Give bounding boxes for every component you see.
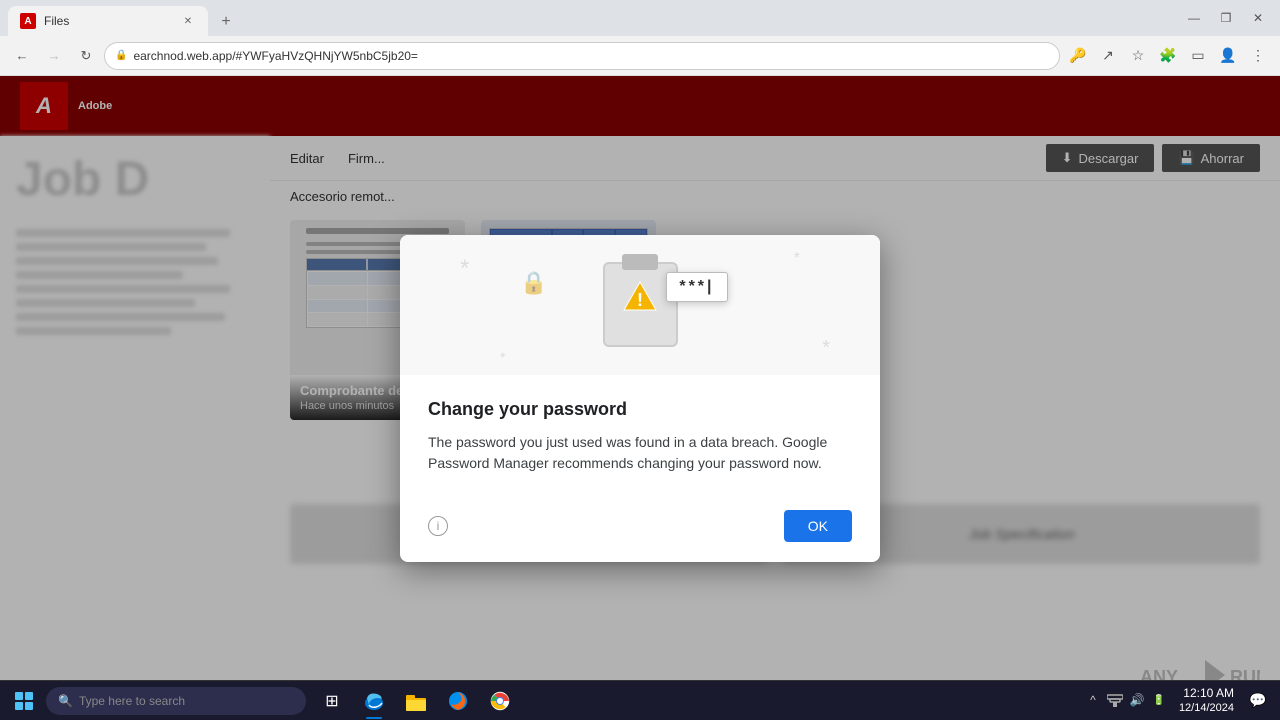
close-button[interactable]: ✕ [1244,4,1272,32]
warning-icon: ! [622,280,658,312]
extensions-icon[interactable]: 🧩 [1154,42,1182,70]
decor-asterisk-1: * [460,255,469,283]
firefox-button[interactable] [438,681,478,720]
volume-icon[interactable]: 🔊 [1127,690,1147,710]
edge-icon [362,689,386,713]
task-view-button[interactable]: ⊞ [312,681,352,720]
bookmark-icon[interactable]: ☆ [1124,42,1152,70]
menu-icon[interactable]: ⋮ [1244,42,1272,70]
tab-close-button[interactable]: ✕ [180,13,196,29]
page-content: A Adobe Job D [0,76,1280,720]
windows-icon [15,692,33,710]
decor-asterisk-2: * [794,250,800,268]
decor-asterisk-3: * [822,337,830,360]
decor-asterisk-4: * [500,349,505,365]
network-icon[interactable] [1105,690,1125,710]
tab-favicon: A [20,13,36,29]
dialog-title: Change your password [428,399,852,420]
password-change-dialog: * * * * 🔒 ! [400,235,880,562]
address-bar[interactable]: 🔒 earchnod.web.app/#YWFyaHVzQHNjYW5nbC5j… [104,42,1060,70]
ok-button[interactable]: OK [784,510,852,542]
notification-button[interactable]: 💬 [1244,686,1272,714]
password-manager-icon[interactable]: 🔑 [1064,42,1092,70]
start-button[interactable] [4,681,44,720]
forward-button[interactable]: → [40,42,68,70]
edge-button[interactable] [354,681,394,720]
nav-icons: 🔑 ↗ ☆ 🧩 ▭ 👤 ⋮ [1064,42,1272,70]
clock-date: 12/14/2024 [1179,701,1234,715]
search-placeholder: Type here to search [79,694,185,708]
chrome-button[interactable] [480,681,520,720]
profile-icon[interactable]: 👤 [1214,42,1242,70]
dialog-message: The password you just used was found in … [428,432,852,474]
svg-text:!: ! [637,290,643,310]
dialog-body: Change your password The password you ju… [400,375,880,498]
taskbar-apps: ⊞ [312,681,520,720]
battery-icon: 🔋 [1149,690,1169,710]
taskbar-right: ^ 🔊 🔋 12:10 AM 12/14/2024 💬 [1083,686,1276,716]
back-button[interactable]: ← [8,42,36,70]
browser-frame: A Files ✕ + — ❒ ✕ ← → ↻ 🔒 earchnod.web.a… [0,0,1280,720]
minimize-button[interactable]: — [1180,4,1208,32]
file-explorer-icon [404,689,428,713]
search-icon: 🔍 [58,694,73,708]
clock[interactable]: 12:10 AM 12/14/2024 [1173,686,1240,716]
info-icon[interactable]: i [428,516,448,536]
window-controls: — ❒ ✕ [1180,4,1272,32]
dialog-overlay: * * * * 🔒 ! [0,76,1280,720]
dialog-footer: i OK [400,498,880,562]
clipboard-clip [622,254,658,270]
password-visual: ! ***| [603,262,678,347]
task-view-icon: ⊞ [320,689,344,713]
taskbar: 🔍 Type here to search ⊞ [0,680,1280,720]
address-text: earchnod.web.app/#YWFyaHVzQHNjYW5nbC5jb2… [133,49,1049,63]
refresh-button[interactable]: ↻ [72,42,100,70]
firefox-icon [446,689,470,713]
security-icon: 🔒 [115,50,127,61]
active-tab[interactable]: A Files ✕ [8,6,208,36]
overflow-icon[interactable]: ^ [1083,690,1103,710]
chrome-icon [488,689,512,713]
lock-icon: 🔒 [520,270,547,296]
share-icon[interactable]: ↗ [1094,42,1122,70]
system-icons: ^ 🔊 🔋 [1083,690,1169,710]
nav-bar: ← → ↻ 🔒 earchnod.web.app/#YWFyaHVzQHNjYW… [0,36,1280,76]
taskbar-search[interactable]: 🔍 Type here to search [46,687,306,715]
clock-time: 12:10 AM [1183,686,1234,702]
file-explorer-button[interactable] [396,681,436,720]
sidebar-toggle[interactable]: ▭ [1184,42,1212,70]
password-stars: ***| [666,272,727,302]
restore-button[interactable]: ❒ [1212,4,1240,32]
tab-area: A Files ✕ + [8,0,1176,36]
dialog-icon-area: * * * * 🔒 ! [400,235,880,375]
new-tab-button[interactable]: + [212,8,240,36]
title-bar: A Files ✕ + — ❒ ✕ [0,0,1280,36]
tab-title: Files [44,14,172,28]
